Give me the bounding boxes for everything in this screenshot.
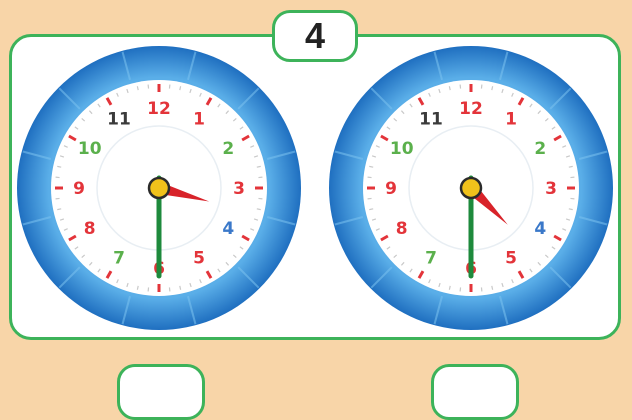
answer-box-2[interactable] — [431, 364, 519, 420]
minute-tick — [369, 209, 373, 210]
clock-face: 121234567891011 — [14, 43, 304, 333]
clock-numeral: 7 — [113, 248, 125, 268]
clock-2: 121234567891011 — [326, 43, 616, 333]
minute-tick — [569, 166, 573, 167]
minute-tick — [137, 286, 138, 290]
clock-numeral: 5 — [193, 248, 205, 268]
clock-numeral: 1 — [505, 110, 517, 130]
clock-numeral: 11 — [419, 110, 443, 130]
clock-numeral: 8 — [396, 219, 408, 239]
clock-numeral: 2 — [534, 139, 546, 159]
clock-hub — [461, 178, 481, 198]
clock-numeral: 3 — [545, 179, 557, 199]
answer-box-1[interactable] — [117, 364, 205, 420]
clock-hub — [149, 178, 169, 198]
clock-numeral: 9 — [385, 179, 397, 199]
clock-numeral: 9 — [73, 179, 85, 199]
minute-tick — [57, 166, 61, 167]
minute-tick — [369, 166, 373, 167]
clock-numeral: 4 — [534, 219, 546, 239]
clock-face: 121234567891011 — [326, 43, 616, 333]
minute-tick — [137, 86, 138, 90]
clock-numeral: 1 — [193, 110, 205, 130]
clock-numeral: 7 — [425, 248, 437, 268]
clock-numeral: 2 — [222, 139, 234, 159]
minute-tick — [257, 166, 261, 167]
minute-tick — [449, 286, 450, 290]
clock-numeral: 5 — [505, 248, 517, 268]
clock-numeral: 10 — [390, 139, 414, 159]
clock-numeral: 4 — [222, 219, 234, 239]
minute-tick — [180, 286, 181, 290]
clock-numeral: 10 — [78, 139, 102, 159]
clock-numeral: 12 — [459, 99, 483, 119]
clock-numeral: 12 — [147, 99, 171, 119]
minute-tick — [449, 86, 450, 90]
minute-tick — [180, 86, 181, 90]
minute-tick — [492, 86, 493, 90]
minute-tick — [569, 209, 573, 210]
clock-numeral: 3 — [233, 179, 245, 199]
minute-tick — [492, 286, 493, 290]
clock-1: 121234567891011 — [14, 43, 304, 333]
minute-tick — [57, 209, 61, 210]
minute-tick — [257, 209, 261, 210]
clock-numeral: 11 — [107, 110, 131, 130]
clock-numeral: 8 — [84, 219, 96, 239]
